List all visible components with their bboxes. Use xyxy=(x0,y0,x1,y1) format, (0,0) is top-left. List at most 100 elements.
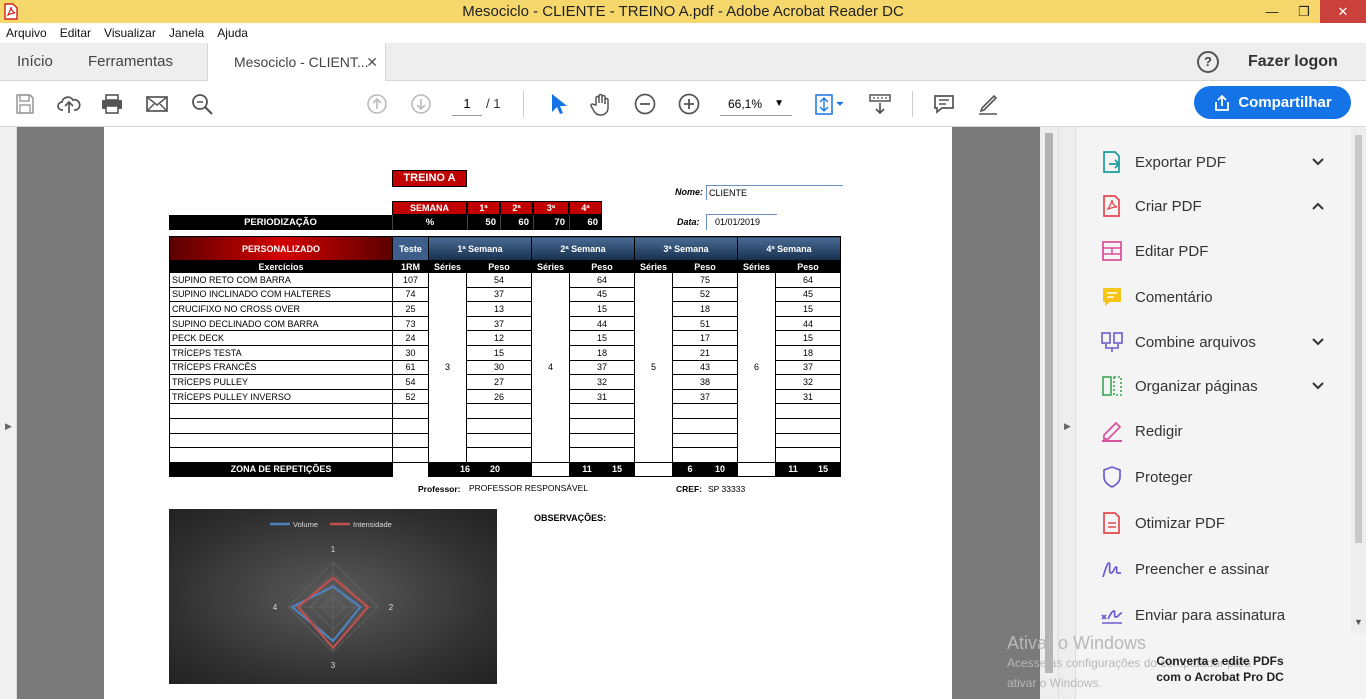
series-header: Séries xyxy=(531,260,570,273)
tool-redact[interactable]: Redigir xyxy=(1076,410,1346,452)
weight-cell: 12 xyxy=(466,330,532,346)
tab-home[interactable]: Início xyxy=(17,43,53,81)
acrobat-pro-promo[interactable]: Converta e edite PDFs com o Acrobat Pro … xyxy=(1152,653,1288,685)
rm-cell: 73 xyxy=(392,315,429,332)
menu-arquivo[interactable]: Arquivo xyxy=(6,26,47,40)
radar-chart-svg: 1 2 3 4 Volume Intensidade xyxy=(270,520,394,670)
weight-cell: 54 xyxy=(466,272,532,288)
next-page-icon[interactable] xyxy=(409,92,433,116)
personalizado-header: PERSONALIZADO xyxy=(169,236,393,261)
shield-icon xyxy=(1100,465,1124,489)
zona-label: ZONA DE REPETIÇÕES xyxy=(169,461,393,477)
promo-line: Converta e edite PDFs xyxy=(1156,654,1284,668)
exercise-name-cell: TRÍCEPS PULLEY xyxy=(169,374,393,390)
comment-icon[interactable] xyxy=(932,92,956,116)
cloud-upload-icon[interactable] xyxy=(57,92,81,116)
radar-series-volume xyxy=(290,585,362,643)
weight-cell: 38 xyxy=(672,374,738,390)
weight-cell: 75 xyxy=(672,272,738,288)
login-link[interactable]: Fazer logon xyxy=(1248,43,1338,81)
window-title: Mesociclo - CLIENTE - TREINO A.pdf - Ado… xyxy=(462,3,904,20)
help-icon[interactable]: ? xyxy=(1197,51,1219,73)
nome-value: CLIENTE xyxy=(706,185,843,200)
close-window-button[interactable]: ✕ xyxy=(1320,0,1366,23)
menu-visualizar[interactable]: Visualizar xyxy=(104,26,156,40)
restore-button[interactable]: ❐ xyxy=(1288,0,1320,23)
zona-cell: 11 15 xyxy=(569,461,635,477)
observacoes-label: OBSERVAÇÕES: xyxy=(534,513,607,523)
zoom-out-icon[interactable] xyxy=(633,92,657,116)
zona-cell: 16 20 xyxy=(428,461,532,477)
periodizacao-label: PERIODIZAÇÃO xyxy=(169,215,392,230)
tool-protect[interactable]: Proteger xyxy=(1076,456,1346,498)
tools-pane-scrollbar[interactable]: ▼ xyxy=(1351,127,1366,633)
zona-max: 10 xyxy=(714,464,725,475)
left-pane-toggle[interactable]: ▶ xyxy=(0,127,17,699)
previous-page-icon[interactable] xyxy=(365,92,389,116)
zoom-level-select[interactable]: 66,1% ▼ xyxy=(720,94,792,116)
exercise-name-cell: TRÍCEPS TESTA xyxy=(169,344,393,361)
tool-fill-sign[interactable]: Preencher e assinar xyxy=(1076,548,1346,590)
tab-tools[interactable]: Ferramentas xyxy=(88,43,173,81)
share-icon xyxy=(1215,94,1230,111)
scroll-mode-icon[interactable] xyxy=(868,92,892,116)
search-zoom-icon[interactable] xyxy=(190,92,214,116)
tool-send-signature[interactable]: Enviar para assinatura xyxy=(1076,594,1346,636)
share-button[interactable]: Compartilhar xyxy=(1194,86,1351,119)
tool-create-pdf[interactable]: Criar PDF xyxy=(1076,185,1346,227)
chevron-down-icon[interactable] xyxy=(1311,379,1325,393)
nome-label: Nome: xyxy=(675,187,704,197)
weight-cell xyxy=(466,447,532,463)
fit-page-icon[interactable] xyxy=(813,92,847,116)
series-header: Séries xyxy=(737,260,776,273)
tool-organize-pages[interactable]: Organizar páginas xyxy=(1076,365,1346,407)
select-cursor-icon[interactable] xyxy=(545,92,569,116)
tool-edit-pdf[interactable]: Editar PDF xyxy=(1076,230,1346,272)
edit-pdf-icon xyxy=(1100,239,1124,263)
email-icon[interactable] xyxy=(145,92,169,116)
close-tab-icon[interactable]: ✕ xyxy=(366,43,378,81)
weight-cell: 32 xyxy=(775,374,841,390)
organize-pages-icon xyxy=(1100,374,1124,398)
rm-header: 1RM xyxy=(392,260,429,273)
scroll-down-icon[interactable]: ▼ xyxy=(1354,617,1363,627)
tool-label: Editar PDF xyxy=(1135,242,1209,260)
acrobat-app-icon xyxy=(4,3,18,20)
save-icon[interactable] xyxy=(13,92,37,116)
semana-label: SEMANA xyxy=(392,201,467,215)
tool-label: Combine arquivos xyxy=(1135,333,1256,351)
weight-cell: 52 xyxy=(672,286,738,303)
data-label: Data: xyxy=(677,217,700,227)
percent-cell: 60 xyxy=(500,215,533,230)
right-pane-toggle[interactable]: ▶ xyxy=(1058,127,1076,699)
menu-ajuda[interactable]: Ajuda xyxy=(217,26,248,40)
weight-cell: 18 xyxy=(775,344,841,361)
chevron-down-icon[interactable] xyxy=(1311,155,1325,169)
weight-cell: 13 xyxy=(466,301,532,317)
tool-combine-files[interactable]: Combine arquivos xyxy=(1076,321,1346,363)
tab-document[interactable]: Mesociclo - CLIENT... ✕ xyxy=(207,43,386,82)
menu-editar[interactable]: Editar xyxy=(60,26,91,40)
tool-comment[interactable]: Comentário xyxy=(1076,276,1346,318)
weight-cell: 37 xyxy=(466,286,532,303)
weight-cell xyxy=(775,447,841,463)
chevron-up-icon[interactable] xyxy=(1311,199,1325,213)
highlight-pen-icon[interactable] xyxy=(976,92,1000,116)
tool-optimize-pdf[interactable]: Otimizar PDF xyxy=(1076,502,1346,544)
menu-janela[interactable]: Janela xyxy=(169,26,204,40)
send-signature-icon xyxy=(1100,603,1124,627)
peso-header: Peso xyxy=(672,260,738,273)
page-number-input[interactable]: 1 xyxy=(452,94,482,116)
print-icon[interactable] xyxy=(100,92,124,116)
scroll-thumb[interactable] xyxy=(1355,135,1362,543)
weight-cell: 15 xyxy=(569,330,635,346)
series-header: Séries xyxy=(428,260,467,273)
minimize-button[interactable]: — xyxy=(1256,0,1288,23)
peso-header: Peso xyxy=(466,260,532,273)
tool-export-pdf[interactable]: Exportar PDF xyxy=(1076,141,1346,183)
scroll-thumb[interactable] xyxy=(1045,133,1053,673)
hand-tool-icon[interactable] xyxy=(589,92,613,116)
document-scrollbar[interactable] xyxy=(1040,127,1058,699)
zoom-in-icon[interactable] xyxy=(677,92,701,116)
chevron-down-icon[interactable] xyxy=(1311,335,1325,349)
